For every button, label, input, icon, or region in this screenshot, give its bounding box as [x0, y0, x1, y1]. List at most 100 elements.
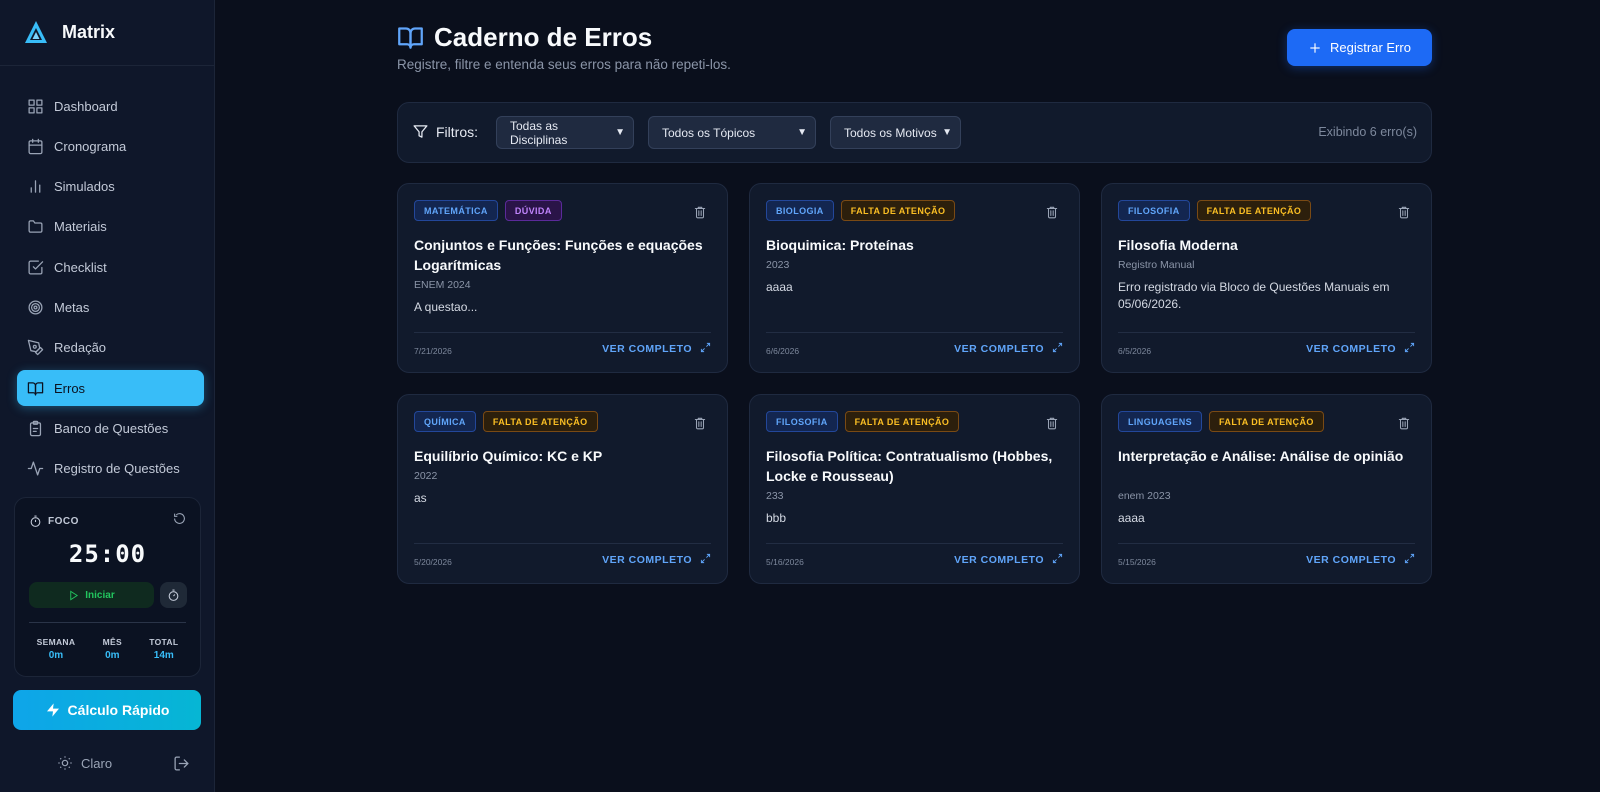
register-error-button[interactable]: Registrar Erro [1287, 29, 1432, 66]
sidebar-item-registro-de-questoes[interactable]: Registro de Questões [17, 451, 204, 487]
brand-name: Matrix [62, 22, 116, 42]
divider [1118, 543, 1415, 544]
stat-value: 14m [153, 650, 174, 661]
delete-button[interactable] [1397, 416, 1411, 435]
sidebar-item-erros[interactable]: Erros [17, 370, 204, 407]
delete-button[interactable] [1045, 416, 1059, 435]
brand[interactable]: Matrix [0, 0, 214, 66]
dashboard-icon [28, 98, 43, 114]
sidebar-item-simulados[interactable]: Simulados [17, 169, 204, 205]
see-more-link[interactable]: Ver completo [602, 553, 711, 567]
reason-badge: Falta de atenção [1196, 200, 1312, 221]
see-more-link[interactable]: Ver completo [602, 342, 711, 356]
chevron-down-icon: ▼ [942, 127, 952, 138]
topic-select[interactable]: Todos os Tópicos ▼ [648, 116, 816, 149]
stat-month: MÊS 0m [103, 637, 122, 661]
card-title: Bioquimica: Proteínas [766, 237, 914, 253]
reset-icon [174, 513, 185, 524]
discipline-select-value: Todas as Disciplinas [510, 118, 568, 147]
discipline-select[interactable]: Todas as Disciplinas ▼ [496, 116, 634, 149]
sidebar-footer: Claro [0, 755, 215, 775]
delete-button[interactable] [1045, 205, 1059, 224]
card-tags: Linguagens Falta de atenção [1118, 411, 1331, 432]
stopwatch-mode-button[interactable] [160, 582, 187, 608]
expand-icon [692, 342, 711, 356]
sidebar-item-redacao[interactable]: Redação [17, 330, 204, 366]
focus-title-label: FOCO [48, 515, 79, 527]
see-more-link[interactable]: Ver completo [954, 553, 1063, 567]
see-more-link[interactable]: Ver completo [1306, 342, 1415, 356]
sidebar-item-metas[interactable]: Metas [17, 289, 204, 325]
subject-badge: Matemática [414, 200, 498, 221]
card-description: A questao... [414, 300, 478, 314]
delete-button[interactable] [693, 416, 707, 435]
sidebar-item-checklist[interactable]: Checklist [17, 249, 204, 285]
timer-icon [168, 589, 179, 601]
sidebar-item-dashboard[interactable]: Dashboard [17, 88, 204, 124]
divider [414, 332, 711, 333]
sidebar-item-label: Redação [54, 340, 107, 356]
result-count: Exibindo 6 erro(s) [1318, 125, 1417, 139]
card-description: as [414, 491, 427, 505]
quick-calc-label: Cálculo Rápido [67, 702, 170, 718]
sidebar-item-label: Registro de Questões [54, 461, 180, 477]
quick-calc-button[interactable]: Cálculo Rápido [13, 690, 201, 730]
reason-badge: Falta de atenção [844, 411, 960, 432]
expand-icon [1044, 342, 1063, 356]
reason-select[interactable]: Todos os Motivos ▼ [830, 116, 961, 149]
trash-icon [1045, 417, 1059, 434]
sidebar-item-label: Cronograma [54, 138, 127, 154]
subject-badge: Química [414, 411, 476, 432]
see-more-link[interactable]: Ver completo [1306, 553, 1415, 567]
expand-icon [692, 553, 711, 567]
logout-button[interactable] [173, 755, 190, 777]
sidebar-item-materiais[interactable]: Materiais [17, 209, 204, 245]
expand-icon [1044, 553, 1063, 567]
focus-stats: SEMANA 0m MÊS 0m TOTAL 14m [23, 637, 192, 661]
sidebar-item-label: Checklist [54, 259, 107, 275]
card-description: bbb [766, 511, 787, 525]
start-timer-label: Iniciar [85, 589, 115, 601]
sun-icon [58, 756, 72, 770]
timer-display: 25:00 [68, 540, 147, 568]
focus-title: FOCO [29, 515, 79, 528]
see-more-label: Ver completo [602, 554, 692, 566]
error-card: Filosofia Falta de atenção Filosofia Moder… [1101, 183, 1432, 373]
page-subtitle: Registre, filtre e entenda seus erros pa… [397, 57, 731, 72]
card-tags: Química Falta de atenção [414, 411, 605, 432]
see-more-link[interactable]: Ver completo [954, 342, 1063, 356]
card-source: 233 [766, 490, 784, 502]
sidebar-item-label: Banco de Questões [54, 420, 169, 436]
reset-timer-button[interactable] [173, 512, 186, 530]
lightning-icon [46, 703, 59, 717]
theme-toggle-button[interactable]: Claro [57, 755, 112, 771]
see-more-label: Ver completo [954, 554, 1044, 566]
error-card: Biologia Falta de atenção Bioquimica: Prot… [749, 183, 1080, 373]
sidebar-item-cronograma[interactable]: Cronograma [17, 128, 204, 164]
start-timer-button[interactable]: Iniciar [29, 582, 154, 608]
subject-badge: Biologia [766, 200, 834, 221]
stat-total: TOTAL 14m [149, 637, 178, 661]
filter-icon [413, 125, 428, 138]
card-title: Conjuntos e Funções: Funções e equações … [414, 237, 703, 273]
activity-icon [27, 461, 44, 476]
chevron-down-icon: ▼ [615, 127, 625, 138]
card-description: aaaa [1118, 511, 1145, 525]
page-title: Caderno de Erros [434, 22, 653, 52]
logout-icon [174, 756, 189, 771]
reason-badge: Dúvida [504, 200, 562, 221]
folder-icon [28, 220, 43, 234]
clipboard-icon [29, 420, 42, 437]
trash-icon [1397, 417, 1411, 434]
expand-icon [1396, 342, 1415, 356]
calendar-icon [28, 138, 43, 155]
theme-toggle-label: Claro [81, 755, 113, 771]
play-icon [70, 590, 79, 600]
delete-button[interactable] [1397, 205, 1411, 224]
card-date: 5/15/2026 [1118, 557, 1156, 567]
sidebar-item-banco-de-questoes[interactable]: Banco de Questões [17, 410, 204, 446]
delete-button[interactable] [693, 205, 707, 224]
see-more-label: Ver completo [954, 343, 1044, 355]
focus-timer-card: FOCO 25:00 Iniciar SEMANA 0m MÊS 0m TOTA… [14, 497, 201, 677]
subject-badge: Linguagens [1118, 411, 1203, 432]
